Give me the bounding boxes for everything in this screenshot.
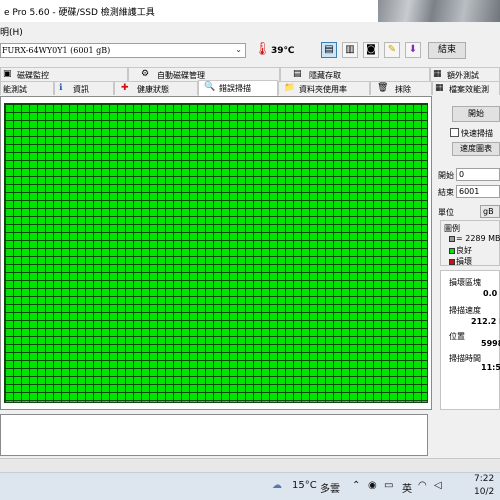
good-swatch <box>449 247 455 254</box>
weather-desc[interactable]: 多雲 <box>320 480 340 495</box>
tab-label: 健康狀態 <box>137 85 169 94</box>
taskbar: ☁ 15°C 多雲 ⌃ ◉ ▭ 英 ◠ ◁ 7:22 10/2 <box>0 472 500 500</box>
window-title: e Pro 5.60 - 硬碟/SSD 檢測維護工具 <box>4 8 155 18</box>
screenshot-button[interactable]: ◙ <box>363 42 379 58</box>
tab-label: 額外測試 <box>447 71 479 80</box>
tab-label: 檔案效能測 <box>449 85 489 94</box>
scan-time-value: 11:56 <box>481 363 500 372</box>
legend-item-block-size: = 2289 MB <box>449 234 500 243</box>
quick-scan-checkbox[interactable] <box>450 128 459 137</box>
end-position-field[interactable]: 6001 <box>456 185 500 198</box>
tab-hidden-access[interactable]: ▤ 隱藏存取 <box>280 67 430 81</box>
drive-select-value: FURX-64WY0Y1 (6001 gB) <box>2 46 111 55</box>
unit-label: 單位 <box>438 208 454 217</box>
clock-date[interactable]: 10/2 <box>474 487 494 497</box>
wifi-icon[interactable]: ◠ <box>418 480 427 491</box>
network-icon[interactable]: ▭ <box>384 480 393 491</box>
tab-label: 資料夾使用率 <box>299 85 347 94</box>
legend-label: 損壞 <box>456 257 472 266</box>
scan-time-label: 掃描時間 <box>449 354 481 363</box>
desktop-wallpaper-strip <box>378 0 500 22</box>
clock-time[interactable]: 7:22 <box>474 474 494 484</box>
start-field-label: 開始 <box>438 171 454 180</box>
chevron-up-icon[interactable]: ⌃ <box>352 480 360 491</box>
tab-health-status[interactable]: ✚ 健康狀態 <box>114 81 198 95</box>
tests-icon: ▦ <box>433 69 442 79</box>
record-icon[interactable]: ◉ <box>368 480 377 491</box>
scan-stats-box: 損壞區塊 0.0 掃描速度 212.2 M 位置 5998 掃描時間 11:56 <box>440 270 500 410</box>
hidden-icon: ▤ <box>293 69 302 79</box>
tab-label: 抹除 <box>395 85 411 94</box>
block-size-swatch <box>449 235 455 242</box>
legend-item-bad: 損壞 <box>449 256 472 267</box>
weather-temp[interactable]: 15°C <box>292 480 317 491</box>
damaged-blocks-value: 0.0 <box>483 289 498 298</box>
ime-label[interactable]: 英 <box>402 480 412 495</box>
position-label: 位置 <box>449 332 465 341</box>
volume-icon[interactable]: ◁ <box>434 480 442 491</box>
tab-label: 能測試 <box>3 85 27 94</box>
bad-swatch <box>449 258 455 265</box>
tab-disk-monitor[interactable]: ▣ 磁碟監控 <box>0 67 128 81</box>
unit-select[interactable]: gB <box>480 205 500 218</box>
info-icon: ℹ <box>59 83 63 93</box>
legend-item-good: 良好 <box>449 245 472 256</box>
exit-button[interactable]: 結束 <box>428 42 466 59</box>
cloud-icon: ☁ <box>272 480 282 491</box>
copy-text-button[interactable]: ▤ <box>321 42 337 58</box>
temperature-readout: 39℃ <box>271 46 295 56</box>
legend-label: 良好 <box>456 246 472 255</box>
tab-erase[interactable]: 🗑 抹除 <box>370 81 432 95</box>
health-cross-icon: ✚ <box>121 83 129 93</box>
scan-log-area <box>0 414 428 456</box>
menu-help[interactable]: 明(H) <box>0 25 23 38</box>
legend-title: 圖例 <box>444 224 460 233</box>
start-position-field[interactable]: 0 <box>456 168 500 181</box>
horizontal-scrollbar[interactable] <box>0 458 500 472</box>
gear-icon: ⚙ <box>141 69 150 79</box>
tab-error-scan[interactable]: 🔍 錯誤掃描 <box>198 80 278 96</box>
tab-label: 資訊 <box>73 85 89 94</box>
trash-icon: 🗑 <box>377 83 389 93</box>
tab-label: 磁碟監控 <box>17 71 49 80</box>
toolbar: FURX-64WY0Y1 (6001 gB) ⌄ 🌡 39℃ ▤ ▥ ◙ ✎ ⬇… <box>0 38 500 64</box>
start-scan-button[interactable]: 開始 <box>452 106 500 122</box>
tools-icon: ✎ <box>387 44 397 55</box>
options-button[interactable]: ✎ <box>384 42 400 58</box>
clipboard-icon: ▤ <box>324 44 334 55</box>
tab-info[interactable]: ℹ 資訊 <box>54 81 114 95</box>
save-button[interactable]: ⬇ <box>405 42 421 58</box>
tab-extra-tests[interactable]: ▦ 額外測試 <box>430 67 500 81</box>
tab-file-benchmark[interactable]: ▦ 檔案效能測 <box>432 81 500 95</box>
speed-chart-button[interactable]: 速度圖表 <box>452 142 500 156</box>
monitor-icon: ▣ <box>3 69 12 79</box>
position-value: 5998 <box>481 339 500 348</box>
copy-image-button[interactable]: ▥ <box>342 42 358 58</box>
end-field-label: 結束 <box>438 188 454 197</box>
tab-label: 錯誤掃描 <box>219 84 251 93</box>
document-copy-icon: ▥ <box>345 44 355 55</box>
damaged-blocks-label: 損壞區塊 <box>449 278 481 287</box>
title-bar: e Pro 5.60 - 硬碟/SSD 檢測維護工具 <box>0 0 500 22</box>
legend-label: = 2289 MB <box>456 234 500 243</box>
download-icon: ⬇ <box>408 44 418 55</box>
folder-icon: 📁 <box>284 83 296 93</box>
chevron-down-icon: ⌄ <box>235 45 242 54</box>
legend-box: 圖例 = 2289 MB 良好 損壞 <box>440 220 500 266</box>
benchmark-icon: ▦ <box>435 83 444 93</box>
magnifier-icon: 🔍 <box>204 82 216 92</box>
tab-performance-test[interactable]: 能測試 <box>0 81 54 95</box>
tab-folder-usage[interactable]: 📁 資料夾使用率 <box>278 81 370 95</box>
thermometer-icon: 🌡 <box>254 42 271 57</box>
scan-block-map <box>4 103 428 403</box>
scan-speed-value: 212.2 M <box>471 317 500 326</box>
tab-label: 隱藏存取 <box>309 71 341 80</box>
menu-bar: 明(H) <box>0 22 500 38</box>
quick-scan-label: 快速掃描 <box>461 129 493 138</box>
tab-auto-disk-manage[interactable]: ⚙ 自動磁碟管理 <box>128 67 280 81</box>
camera-icon: ◙ <box>366 44 376 55</box>
scan-speed-label: 掃描速度 <box>449 306 481 315</box>
drive-select[interactable]: FURX-64WY0Y1 (6001 gB) ⌄ <box>0 43 246 58</box>
